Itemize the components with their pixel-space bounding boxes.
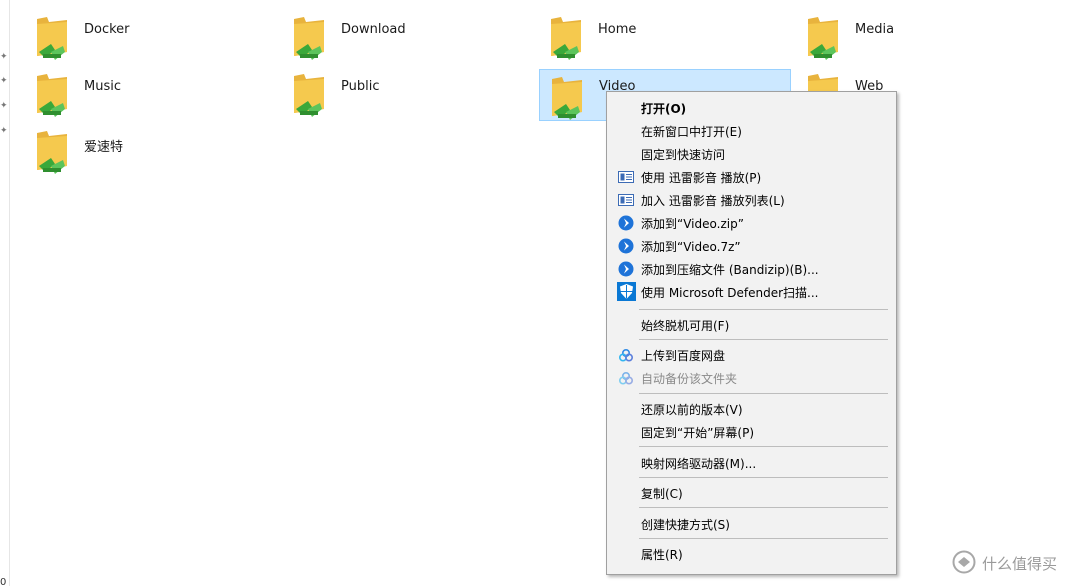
folder-name: Docker — [84, 22, 130, 37]
menu-item-open[interactable]: 打开(O) — [609, 96, 894, 119]
menu-separator — [639, 538, 888, 539]
menu-item-map-drive[interactable]: 映射网络驱动器(M)... — [609, 451, 894, 474]
menu-item-label: 映射网络驱动器(M)... — [641, 457, 757, 471]
pin-icon: ✦ — [0, 101, 8, 111]
menu-item-baidu-auto-backup: 自动备份该文件夹 — [609, 366, 894, 389]
menu-separator — [639, 339, 888, 340]
network-folder-icon — [37, 131, 67, 174]
menu-item-add-archive[interactable]: 添加到压缩文件 (Bandizip)(B)... — [609, 257, 894, 280]
menu-separator — [639, 309, 888, 310]
menu-item-label: 复制(C) — [641, 487, 683, 501]
menu-item-restore-versions[interactable]: 还原以前的版本(V) — [609, 397, 894, 420]
menu-item-label: 添加到“Video.7z” — [641, 240, 741, 254]
network-folder-icon — [37, 74, 67, 117]
context-menu: 打开(O) 在新窗口中打开(E) 固定到快速访问 使用 迅雷影音 播放(P) 加… — [606, 91, 897, 575]
menu-item-pin-quick-access[interactable]: 固定到快速访问 — [609, 142, 894, 165]
bandizip-icon — [618, 215, 634, 231]
folder-item-home[interactable]: Home — [539, 10, 791, 62]
folder-name: Music — [84, 79, 121, 94]
menu-item-xunlei-playlist[interactable]: 加入 迅雷影音 播放列表(L) — [609, 188, 894, 211]
folder-name: 爱速特 — [84, 140, 124, 155]
watermark-text: 什么值得买 — [982, 555, 1058, 573]
xunlei-playlist-icon — [618, 194, 634, 206]
xunlei-player-icon — [618, 171, 634, 183]
menu-item-properties[interactable]: 属性(R) — [609, 542, 894, 565]
network-folder-icon — [808, 17, 838, 60]
pin-icon: ✦ — [0, 76, 8, 86]
folder-item-docker[interactable]: Docker — [25, 10, 277, 62]
folder-name: Media — [855, 22, 895, 37]
status-digit: 0 — [0, 577, 7, 588]
menu-item-pin-start[interactable]: 固定到“开始”屏幕(P) — [609, 420, 894, 443]
menu-item-copy[interactable]: 复制(C) — [609, 481, 894, 504]
folder-item-public[interactable]: Public — [282, 67, 534, 119]
network-folder-icon — [551, 17, 581, 60]
menu-item-add-7z[interactable]: 添加到“Video.7z” — [609, 234, 894, 257]
menu-item-label: 还原以前的版本(V) — [641, 403, 743, 417]
pin-icon: ✦ — [0, 126, 8, 136]
menu-item-label: 属性(R) — [641, 548, 683, 562]
menu-item-open-new-window[interactable]: 在新窗口中打开(E) — [609, 119, 894, 142]
folder-item-download[interactable]: Download — [282, 10, 534, 62]
folder-item-aisute[interactable]: 爱速特 — [25, 124, 277, 176]
folder-name: Public — [341, 79, 380, 94]
menu-item-label: 添加到“Video.zip” — [641, 217, 744, 231]
menu-item-label: 创建快捷方式(S) — [641, 518, 730, 532]
defender-shield-icon — [617, 282, 636, 301]
menu-separator — [639, 446, 888, 447]
smzdm-logo-icon — [952, 550, 976, 574]
menu-item-label: 打开(O) — [641, 102, 687, 116]
pin-icon: ✦ — [0, 52, 8, 62]
menu-item-create-shortcut[interactable]: 创建快捷方式(S) — [609, 512, 894, 535]
baidu-netdisk-icon — [618, 348, 634, 362]
menu-item-always-offline[interactable]: 始终脱机可用(F) — [609, 313, 894, 336]
navigation-pane-edge — [0, 0, 10, 586]
menu-item-label: 使用 Microsoft Defender扫描... — [641, 286, 819, 300]
menu-item-add-zip[interactable]: 添加到“Video.zip” — [609, 211, 894, 234]
network-folder-icon — [37, 17, 67, 60]
network-folder-icon — [552, 77, 582, 120]
menu-item-baidu-upload[interactable]: 上传到百度网盘 — [609, 343, 894, 366]
menu-item-xunlei-play[interactable]: 使用 迅雷影音 播放(P) — [609, 165, 894, 188]
network-folder-icon — [294, 74, 324, 117]
menu-item-label: 始终脱机可用(F) — [641, 319, 730, 333]
folder-item-media[interactable]: Media — [796, 10, 1048, 62]
folder-name: Home — [598, 22, 637, 37]
menu-item-label: 上传到百度网盘 — [641, 349, 726, 363]
menu-item-label: 自动备份该文件夹 — [641, 372, 738, 386]
menu-item-label: 使用 迅雷影音 播放(P) — [641, 171, 762, 185]
menu-item-label: 固定到“开始”屏幕(P) — [641, 426, 755, 440]
menu-item-label: 固定到快速访问 — [641, 148, 726, 162]
menu-item-label: 加入 迅雷影音 播放列表(L) — [641, 194, 785, 208]
menu-separator — [639, 507, 888, 508]
network-folder-icon — [294, 17, 324, 60]
menu-separator — [639, 477, 888, 478]
menu-item-defender-scan[interactable]: 使用 Microsoft Defender扫描... — [609, 280, 894, 303]
baidu-netdisk-icon — [618, 371, 634, 385]
bandizip-icon — [618, 261, 634, 277]
menu-separator — [639, 393, 888, 394]
bandizip-icon — [618, 238, 634, 254]
menu-item-label: 添加到压缩文件 (Bandizip)(B)... — [641, 263, 819, 277]
menu-item-label: 在新窗口中打开(E) — [641, 125, 742, 139]
folder-name: Download — [341, 22, 406, 37]
folder-item-music[interactable]: Music — [25, 67, 277, 119]
